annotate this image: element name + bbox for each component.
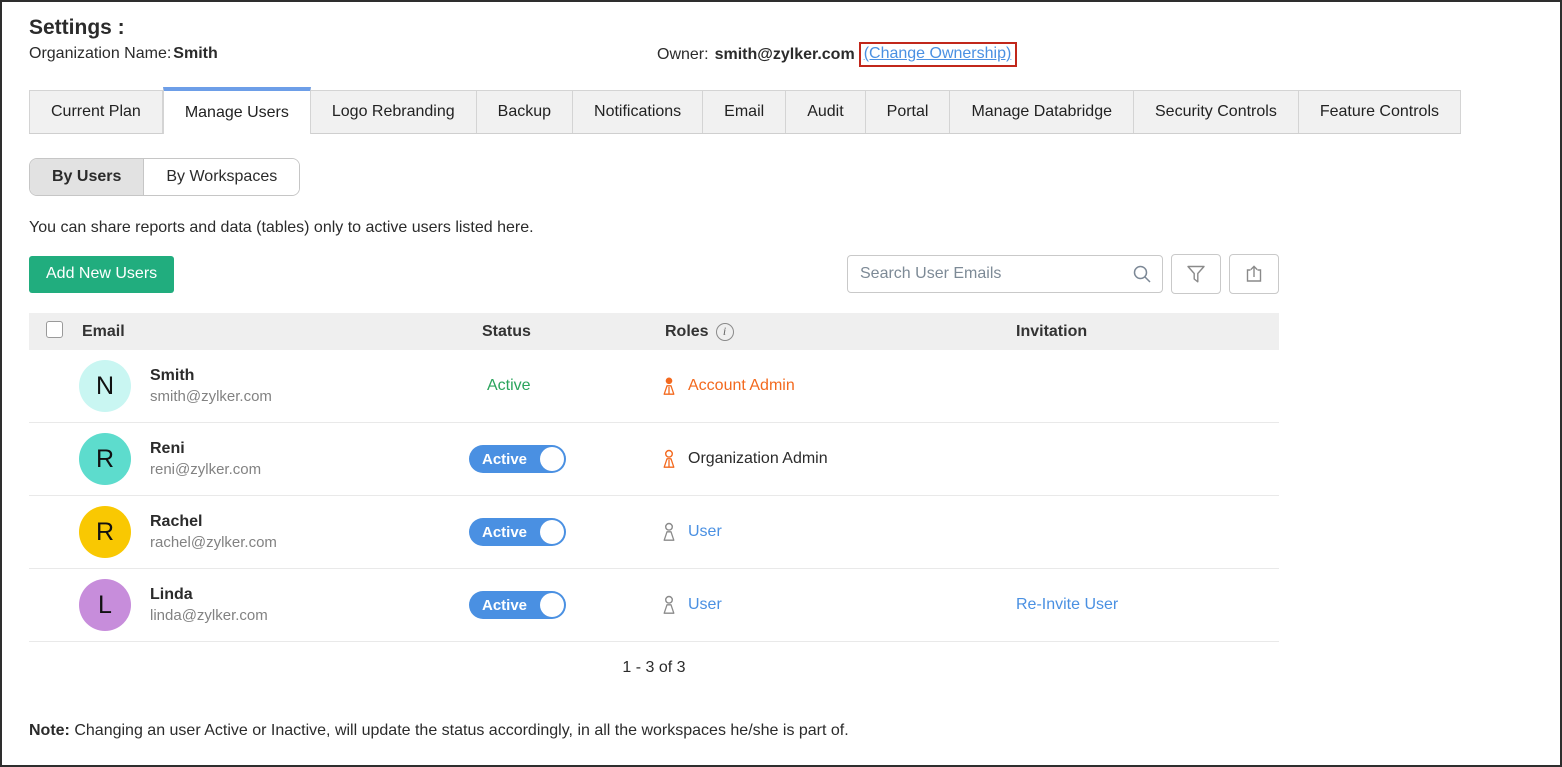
status-toggle[interactable]: Active — [469, 518, 566, 546]
toolbar-right-group — [847, 254, 1279, 294]
owner-info: Owner: smith@zylker.com (Change Ownershi… — [657, 42, 1017, 67]
table-row: R Rachel rachel@zylker.com Active User — [29, 496, 1279, 569]
status-label: Active — [487, 377, 531, 394]
tab-notifications[interactable]: Notifications — [573, 90, 703, 133]
search-box — [847, 255, 1163, 293]
page-title: Settings : — [29, 16, 1533, 40]
re-invite-user-link[interactable]: Re-Invite User — [1016, 596, 1118, 613]
tab-manage-users[interactable]: Manage Users — [163, 87, 311, 134]
user-email: rachel@zylker.com — [150, 534, 277, 551]
tab-current-plan[interactable]: Current Plan — [29, 90, 163, 133]
table-row: L Linda linda@zylker.com Active User Re-I… — [29, 569, 1279, 642]
user-cell: R Reni reni@zylker.com — [79, 433, 469, 485]
header-checkbox-cell — [29, 321, 79, 343]
status-cell: Active — [469, 377, 654, 395]
tab-feature-controls[interactable]: Feature Controls — [1299, 90, 1461, 133]
tab-content: By Users By Workspaces You can share rep… — [2, 134, 1306, 694]
search-input[interactable] — [847, 255, 1163, 293]
status-cell: Active — [469, 445, 654, 473]
avatar: L — [79, 579, 131, 631]
invitation-column-header: Invitation — [1014, 323, 1279, 341]
role-cell: User — [654, 595, 1014, 615]
roles-info-icon[interactable]: i — [716, 323, 734, 341]
tab-logo-rebranding[interactable]: Logo Rebranding — [311, 90, 477, 133]
toggle-knob — [540, 520, 564, 544]
org-label: Organization Name: — [29, 45, 171, 62]
user-role-icon — [660, 522, 678, 542]
user-cell: N Smith smith@zylker.com — [79, 360, 469, 412]
role-link[interactable]: User — [688, 596, 722, 614]
tab-portal[interactable]: Portal — [866, 90, 951, 133]
note-text: Changing an user Active or Inactive, wil… — [74, 722, 848, 739]
table-row: R Reni reni@zylker.com Active Organizatio… — [29, 423, 1279, 496]
tab-audit[interactable]: Audit — [786, 90, 865, 133]
status-toggle[interactable]: Active — [469, 591, 566, 619]
status-toggle[interactable]: Active — [469, 445, 566, 473]
status-column-header: Status — [469, 323, 654, 341]
invitation-cell: Re-Invite User — [1014, 596, 1279, 614]
org-name-value: Smith — [173, 45, 217, 62]
tab-security-controls[interactable]: Security Controls — [1134, 90, 1299, 133]
email-column-header: Email — [79, 323, 469, 341]
avatar: R — [79, 506, 131, 558]
tab-email[interactable]: Email — [703, 90, 786, 133]
roles-header-label: Roles — [665, 323, 709, 341]
role-cell: User — [654, 522, 1014, 542]
filter-icon — [1186, 265, 1206, 284]
user-name: Linda — [150, 586, 268, 604]
change-ownership-link[interactable]: (Change Ownership) — [864, 45, 1012, 62]
users-table: Email Status Roles i Invitation N Smith s… — [29, 313, 1279, 694]
role-link[interactable]: User — [688, 523, 722, 541]
table-header-row: Email Status Roles i Invitation — [29, 313, 1279, 350]
user-cell: L Linda linda@zylker.com — [79, 579, 469, 631]
share-info-text: You can share reports and data (tables) … — [29, 219, 1279, 237]
footer-note: Note: Changing an user Active or Inactiv… — [29, 722, 1533, 740]
user-cell: R Rachel rachel@zylker.com — [79, 506, 469, 558]
role-cell: Organization Admin — [654, 449, 1014, 469]
owner-label: Owner: — [657, 46, 709, 64]
export-button[interactable] — [1229, 254, 1279, 294]
select-all-checkbox[interactable] — [46, 321, 63, 338]
toggle-knob — [540, 447, 564, 471]
owner-email: smith@zylker.com — [715, 46, 855, 64]
search-icon — [1132, 264, 1152, 284]
note-label: Note: — [29, 722, 70, 739]
avatar: R — [79, 433, 131, 485]
tab-backup[interactable]: Backup — [477, 90, 573, 133]
user-name: Rachel — [150, 513, 277, 531]
users-toolbar: Add New Users — [29, 254, 1279, 294]
settings-page: { "header": { "title": "Settings :", "or… — [0, 0, 1562, 767]
avatar: N — [79, 360, 131, 412]
role-label: Organization Admin — [688, 450, 828, 468]
tab-manage-databridge[interactable]: Manage Databridge — [950, 90, 1134, 133]
status-cell: Active — [469, 591, 654, 619]
role-label: Account Admin — [688, 377, 795, 395]
user-email: reni@zylker.com — [150, 461, 261, 478]
add-new-users-button[interactable]: Add New Users — [29, 256, 174, 293]
status-cell: Active — [469, 518, 654, 546]
table-row: N Smith smith@zylker.com Active Account A… — [29, 350, 1279, 423]
toggle-knob — [540, 593, 564, 617]
filter-button[interactable] — [1171, 254, 1221, 294]
user-email: smith@zylker.com — [150, 388, 272, 405]
export-icon — [1244, 264, 1264, 284]
view-switcher: By Users By Workspaces — [29, 158, 300, 196]
by-workspaces-segment[interactable]: By Workspaces — [144, 159, 299, 195]
roles-column-header: Roles i — [654, 323, 1014, 341]
organization-admin-icon — [660, 449, 678, 469]
account-admin-icon — [660, 376, 678, 396]
settings-tabbar: Current Plan Manage Users Logo Rebrandin… — [29, 87, 1461, 134]
by-users-segment[interactable]: By Users — [30, 159, 144, 195]
user-name: Reni — [150, 440, 261, 458]
role-cell: Account Admin — [654, 376, 1014, 396]
user-email: linda@zylker.com — [150, 607, 268, 624]
annotation-highlight-box: (Change Ownership) — [859, 42, 1018, 67]
pagination-info: 1 - 3 of 3 — [29, 642, 1279, 694]
user-name: Smith — [150, 367, 272, 385]
user-role-icon — [660, 595, 678, 615]
